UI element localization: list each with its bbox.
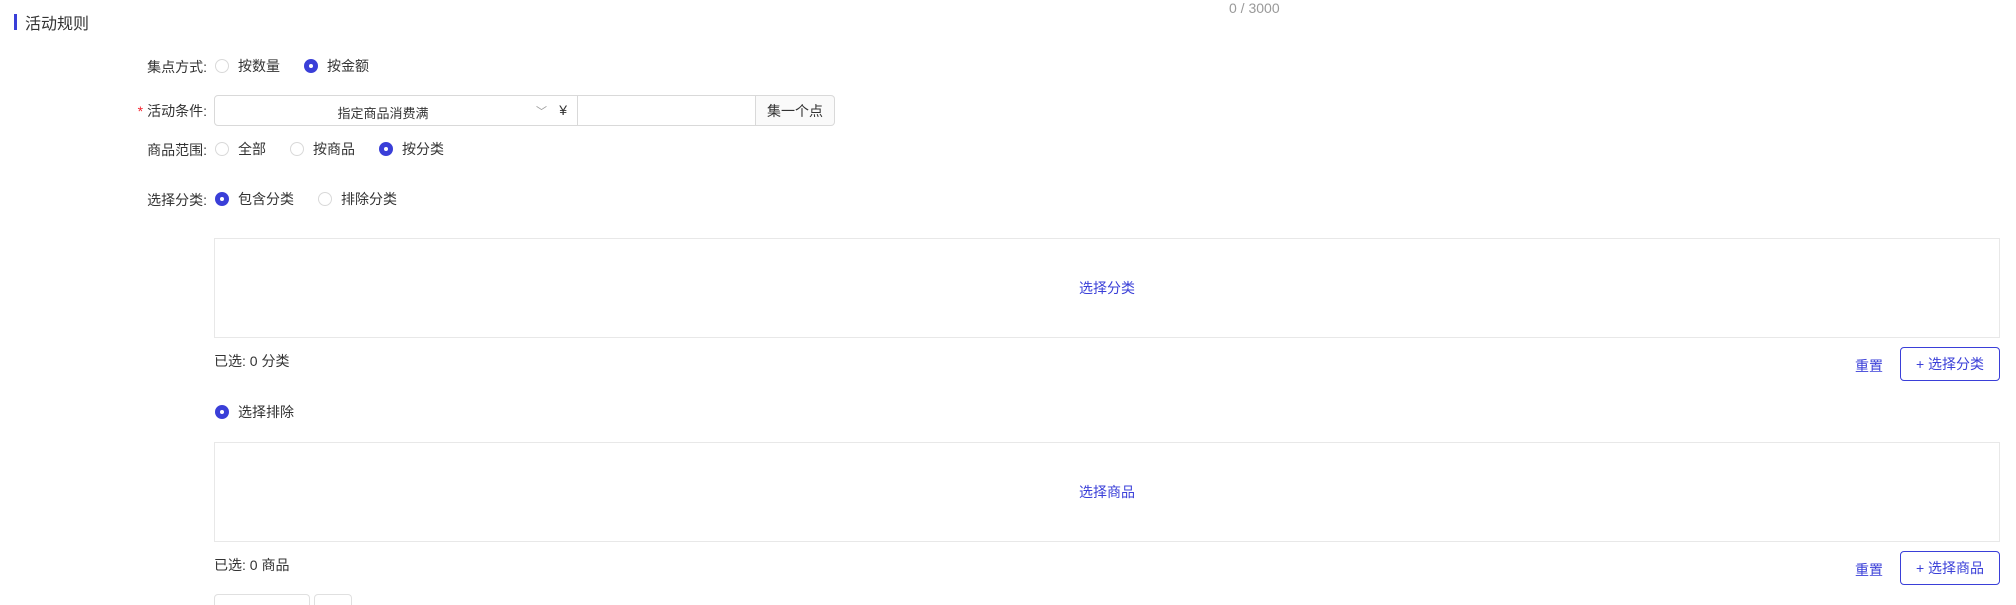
- radio-label: 全部: [238, 141, 266, 157]
- partial-button[interactable]: [314, 594, 352, 605]
- radio-circle: [318, 192, 332, 206]
- char-counter: 0 / 3000: [1229, 0, 1280, 16]
- select-category-button[interactable]: + 选择分类: [1900, 347, 2000, 381]
- radio-scope-product[interactable]: 按商品: [290, 139, 355, 159]
- condition-label: * 活动条件:: [7, 101, 207, 121]
- category-reset-link[interactable]: 重置: [1855, 356, 1883, 376]
- amount-input[interactable]: [578, 95, 756, 126]
- scope-label: 商品范围:: [147, 142, 207, 158]
- radio-label: 包含分类: [238, 191, 294, 207]
- select-product-link[interactable]: 选择商品: [1079, 482, 1135, 502]
- radio-circle: [215, 142, 229, 156]
- radio-circle: [304, 59, 318, 73]
- radio-label: 按商品: [313, 141, 355, 157]
- product-selected-count: 已选: 0 商品: [214, 557, 290, 573]
- radio-select-exclude[interactable]: 选择排除: [215, 402, 294, 422]
- scope-radio-group: 全部 按商品 按分类: [215, 139, 468, 159]
- radio-label: 按数量: [238, 58, 280, 74]
- product-reset-link[interactable]: 重置: [1855, 560, 1883, 580]
- chevron-down-icon: ﹀: [536, 106, 547, 118]
- condition-label-text: 活动条件:: [147, 103, 207, 119]
- select-category-link[interactable]: 选择分类: [1079, 278, 1135, 298]
- radio-circle: [290, 142, 304, 156]
- collect-method-label: 集点方式:: [147, 59, 207, 75]
- product-picker-box[interactable]: 选择商品: [214, 442, 2000, 542]
- radio-label: 排除分类: [341, 191, 397, 207]
- radio-circle: [215, 192, 229, 206]
- radio-label: 按金额: [327, 58, 369, 74]
- radio-exclude-category[interactable]: 排除分类: [318, 189, 397, 209]
- radio-circle: [215, 59, 229, 73]
- radio-label: 选择排除: [238, 404, 294, 420]
- radio-by-quantity[interactable]: 按数量: [215, 56, 280, 76]
- category-radio-group: 包含分类 排除分类: [215, 189, 421, 209]
- required-mark: *: [137, 103, 144, 119]
- section-title-bar: [14, 14, 17, 30]
- radio-include-category[interactable]: 包含分类: [215, 189, 294, 209]
- category-picker-box[interactable]: 选择分类: [214, 238, 2000, 338]
- condition-select-value: 指定商品消费满: [337, 106, 429, 121]
- radio-scope-category[interactable]: 按分类: [379, 139, 444, 159]
- condition-input-group: 指定商品消费满 ﹀ ¥ 集一个点: [214, 95, 835, 126]
- exclude-radio-group: 选择排除: [215, 402, 318, 422]
- section-title: 活动规则: [14, 12, 90, 33]
- condition-addon: 集一个点: [756, 95, 835, 126]
- currency-symbol: ¥: [559, 102, 567, 118]
- radio-circle: [379, 142, 393, 156]
- condition-select[interactable]: 指定商品消费满 ﹀ ¥: [214, 95, 578, 126]
- radio-scope-all[interactable]: 全部: [215, 139, 266, 159]
- radio-circle: [215, 405, 229, 419]
- section-title-text: 活动规则: [25, 16, 90, 33]
- category-label: 选择分类:: [147, 192, 207, 208]
- category-selected-count: 已选: 0 分类: [214, 353, 290, 369]
- partial-button[interactable]: [214, 594, 310, 605]
- collect-method-radio-group: 按数量 按金额: [215, 56, 393, 76]
- radio-by-amount[interactable]: 按金额: [304, 56, 369, 76]
- select-product-button[interactable]: + 选择商品: [1900, 551, 2000, 585]
- radio-label: 按分类: [402, 141, 444, 157]
